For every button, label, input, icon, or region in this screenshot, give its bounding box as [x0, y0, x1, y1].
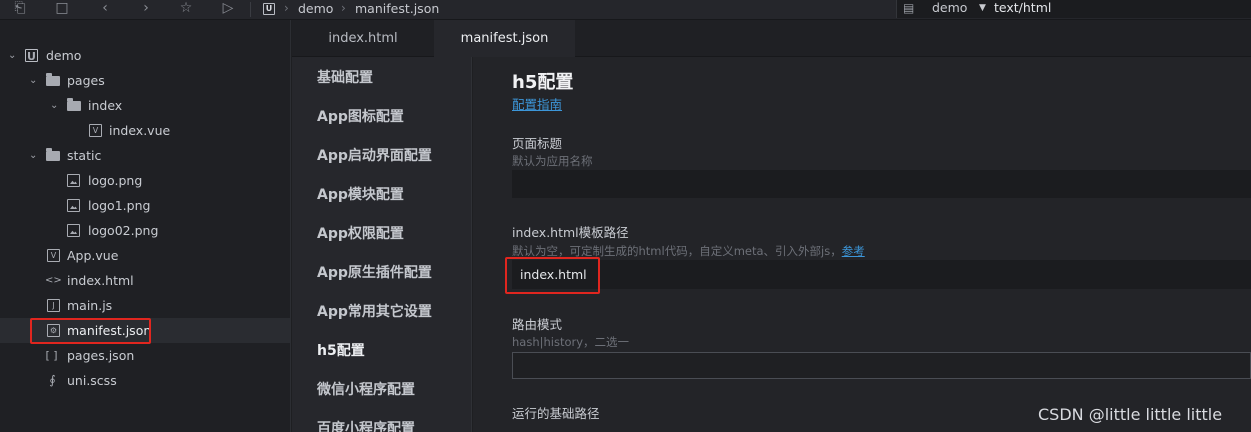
run-icon[interactable]: ▷: [218, 0, 238, 18]
uni-project-icon: U: [25, 49, 38, 63]
tree-item-uni-scss[interactable]: ∮ uni.scss: [0, 368, 290, 393]
tree-item-label: logo.png: [88, 173, 143, 188]
router-mode-label: 路由模式: [512, 317, 563, 332]
image-file-icon: [67, 174, 80, 187]
editor-tabs: index.html manifest.json: [292, 20, 1251, 57]
reference-link[interactable]: 参考: [842, 244, 865, 258]
chevron-down-icon: ▼: [979, 3, 986, 13]
browser-icon: ▤: [903, 1, 915, 15]
js-file-icon: J: [47, 299, 60, 312]
uni-project-icon: U: [263, 3, 275, 15]
tree-item-logo02-png[interactable]: logo02.png: [0, 218, 290, 243]
tree-item-label: static: [67, 148, 102, 163]
tab-manifest-json[interactable]: manifest.json: [434, 20, 575, 57]
project-explorer: ⌄ U demo ⌄ pages ⌄ index V index.vue ⌄ s…: [0, 20, 291, 432]
image-file-icon: [67, 224, 80, 237]
new-file-icon[interactable]: ⎗: [10, 0, 30, 18]
folder-icon: [46, 73, 60, 86]
breadcrumb-separator-icon: ›: [284, 1, 289, 15]
breadcrumb-separator-icon: ›: [341, 1, 346, 15]
nav-app-splash-config[interactable]: App启动界面配置: [317, 146, 432, 166]
nav-weixin-mp-config[interactable]: 微信小程序配置: [317, 380, 415, 400]
tree-item-label: index.vue: [109, 123, 171, 138]
watermark: CSDN @little little little: [1038, 405, 1223, 424]
run-target-selector[interactable]: ▤ demo ▼ text/html: [896, 0, 1251, 18]
nav-basic-config[interactable]: 基础配置: [317, 68, 373, 88]
tree-item-index-vue[interactable]: V index.vue: [0, 118, 290, 143]
run-target-label: demo: [932, 0, 968, 15]
router-mode-input[interactable]: [512, 352, 1251, 379]
star-icon[interactable]: ☆: [176, 0, 196, 18]
folder-icon: [67, 98, 81, 111]
save-icon[interactable]: □: [52, 0, 72, 18]
breadcrumb-file[interactable]: manifest.json: [355, 0, 439, 18]
tab-index-html[interactable]: index.html: [292, 20, 434, 57]
json-file-icon: [ ]: [45, 349, 58, 362]
nav-baidu-mp-config[interactable]: 百度小程序配置: [317, 419, 415, 432]
image-file-icon: [67, 199, 80, 212]
nav-h5-config[interactable]: h5配置: [317, 341, 365, 361]
config-guide-link[interactable]: 配置指南: [512, 96, 562, 114]
top-toolbar: ⎗ □ ‹ › ☆ ▷ U › demo › manifest.json ▤ d…: [0, 0, 1251, 20]
toolbar-divider: [250, 2, 251, 17]
tree-item-label: pages.json: [67, 348, 135, 363]
nav-app-other-settings[interactable]: App常用其它设置: [317, 302, 432, 322]
tree-item-pages-json[interactable]: [ ] pages.json: [0, 343, 290, 368]
forward-icon[interactable]: ›: [136, 0, 156, 18]
vue-file-icon: V: [47, 249, 60, 262]
tree-item-label: demo: [46, 48, 82, 63]
tree-item-label: pages: [67, 73, 105, 88]
page-title-hint: 默认为应用名称: [512, 154, 593, 168]
tree-item-label: index.html: [67, 273, 134, 288]
tree-item-logo-png[interactable]: logo.png: [0, 168, 290, 193]
breadcrumb-project[interactable]: demo: [298, 0, 333, 18]
html-file-icon: <>: [45, 275, 62, 286]
tree-item-app-vue[interactable]: V App.vue: [0, 243, 290, 268]
scss-file-icon: ∮: [49, 373, 56, 387]
nav-app-icon-config[interactable]: App图标配置: [317, 107, 404, 127]
tree-item-main-js[interactable]: J main.js: [0, 293, 290, 318]
tree-item-static[interactable]: ⌄ static: [0, 143, 290, 168]
tree-item-pages[interactable]: ⌄ pages: [0, 68, 290, 93]
nav-app-module-config[interactable]: App模块配置: [317, 185, 404, 205]
template-path-label: index.html模板路径: [512, 225, 629, 240]
highlight-box-manifest: [30, 318, 151, 344]
page-title-input[interactable]: [512, 170, 1251, 198]
section-title: h5配置: [512, 72, 574, 93]
tree-item-label: logo1.png: [88, 198, 151, 213]
tree-item-demo[interactable]: ⌄ U demo: [0, 43, 290, 68]
tree-item-index-html[interactable]: <> index.html: [0, 268, 290, 293]
tree-item-index-folder[interactable]: ⌄ index: [0, 93, 290, 118]
router-mode-hint: hash|history，二选一: [512, 335, 630, 349]
highlight-box-template-path: [505, 257, 600, 294]
back-icon[interactable]: ‹: [95, 0, 115, 18]
tree-item-label: logo02.png: [88, 223, 159, 238]
chevron-down-icon[interactable]: ⌄: [29, 68, 37, 93]
tree-item-label: App.vue: [67, 248, 119, 263]
chevron-down-icon[interactable]: ⌄: [50, 93, 58, 118]
run-target-type: text/html: [994, 0, 1052, 15]
folder-icon: [46, 148, 60, 161]
h5-config-panel: h5配置 配置指南 页面标题 默认为应用名称 index.html模板路径 默认…: [473, 57, 1251, 432]
tree-item-label: uni.scss: [67, 373, 117, 388]
vue-file-icon: V: [89, 124, 102, 137]
tree-item-label: main.js: [67, 298, 113, 313]
template-path-input[interactable]: [512, 260, 1251, 289]
chevron-down-icon[interactable]: ⌄: [8, 43, 16, 68]
page-title-label: 页面标题: [512, 136, 563, 151]
nav-app-native-plugin-config[interactable]: App原生插件配置: [317, 263, 432, 283]
tree-item-label: index: [88, 98, 123, 113]
tree-item-logo1-png[interactable]: logo1.png: [0, 193, 290, 218]
base-path-label: 运行的基础路径: [512, 406, 600, 421]
nav-app-permission-config[interactable]: App权限配置: [317, 224, 404, 244]
template-path-hint-text: 默认为空，可定制生成的html代码，自定义meta、引入外部js，: [512, 244, 842, 258]
manifest-settings-nav: 基础配置 App图标配置 App启动界面配置 App模块配置 App权限配置 A…: [292, 57, 472, 432]
chevron-down-icon[interactable]: ⌄: [29, 143, 37, 168]
